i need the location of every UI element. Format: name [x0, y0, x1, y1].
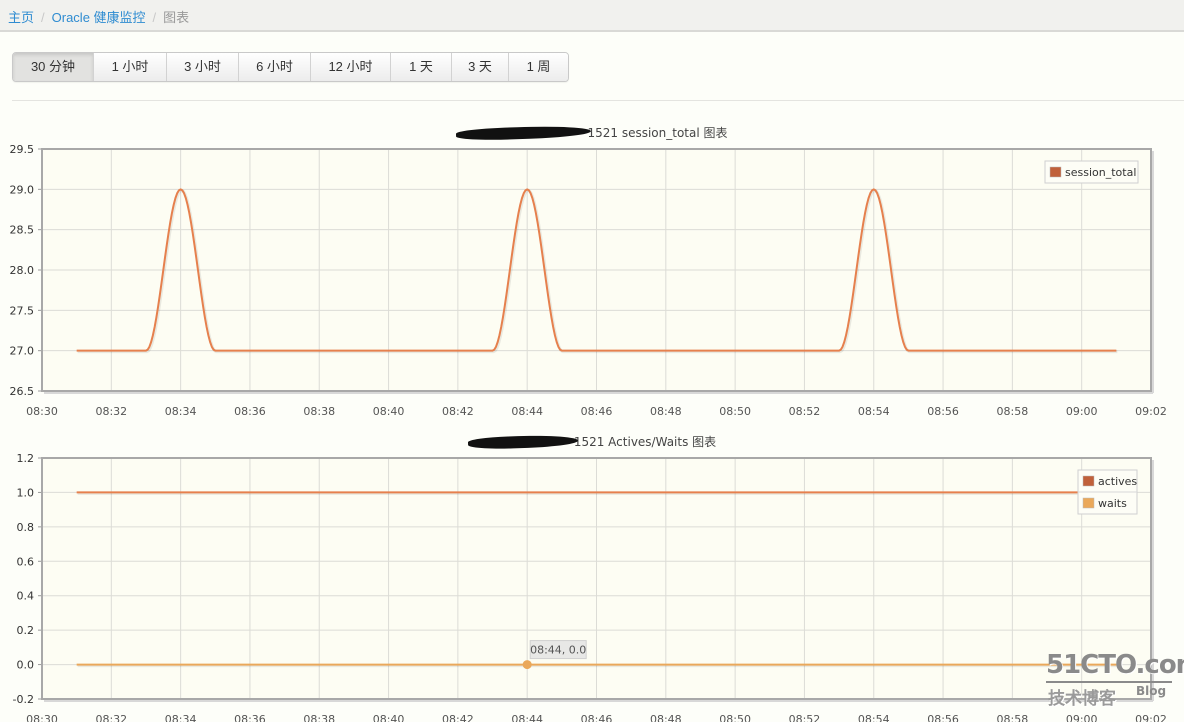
x-tick-label: 09:02 [1135, 405, 1167, 418]
legend-swatch-actives [1082, 475, 1095, 487]
y-tick-label: 0.2 [17, 624, 35, 637]
y-tick-label: 1.0 [17, 486, 35, 499]
x-tick-label: 08:36 [234, 713, 266, 722]
chart1-title-text: 1521 session_total 图表 [587, 126, 728, 140]
x-tick-label: 08:40 [373, 405, 405, 418]
y-tick-label: 0.8 [17, 521, 35, 534]
x-tick-label: 08:48 [650, 713, 682, 722]
x-tick-label: 09:00 [1066, 713, 1098, 722]
legend-label-actives: actives [1098, 475, 1137, 488]
x-tick-label: 08:44 [511, 405, 543, 418]
actives-waits-chart: 08:30 08:32 08:34 08:36 08:38 08:40 08:42 08:44… [13, 452, 1167, 722]
breadcrumb-current: 图表 [163, 10, 190, 25]
x-tick-label: 08:58 [997, 405, 1029, 418]
y-tick-label: 27.0 [10, 345, 35, 358]
divider [12, 100, 1184, 101]
x-tick-label: 08:40 [373, 713, 405, 722]
x-tick-label: 08:38 [303, 713, 335, 722]
x-tick-label: 08:52 [789, 405, 821, 418]
legend-label-session_total: session_total [1065, 166, 1136, 179]
y-tick-label: 0.0 [17, 659, 35, 672]
y-tick-label: 28.5 [10, 224, 35, 237]
y-tick-label: 0.6 [17, 555, 35, 568]
range-button-1h[interactable]: 1 小时 [94, 53, 167, 81]
x-tick-label: 08:38 [303, 405, 335, 418]
range-button-3h[interactable]: 3 小时 [167, 53, 239, 81]
chart2-title-text: 1521 Actives/Waits 图表 [573, 435, 717, 449]
range-button-12h[interactable]: 12 小时 [311, 53, 391, 81]
x-tick-label: 08:52 [789, 713, 821, 722]
x-tick-label: 08:50 [719, 405, 751, 418]
x-tick-label: 09:02 [1135, 713, 1167, 722]
range-button-1d[interactable]: 1 天 [391, 53, 452, 81]
y-tick-label: 26.5 [10, 385, 35, 398]
y-tick-label: 29.0 [10, 183, 35, 196]
x-tick-label: 08:30 [26, 405, 58, 418]
x-tick-label: 08:46 [581, 713, 613, 722]
legend-label-waits: waits [1098, 497, 1127, 510]
breadcrumb-home-link[interactable]: 主页 [8, 10, 34, 25]
x-tick-label: 08:50 [719, 713, 751, 722]
range-button-30min[interactable]: 30 分钟 [13, 53, 94, 81]
y-tick-label: 27.5 [10, 304, 35, 317]
legend-swatch-waits [1082, 497, 1095, 509]
range-button-3d[interactable]: 3 天 [452, 53, 509, 81]
x-tick-label: 08:42 [442, 713, 474, 722]
x-tick-label: 08:36 [234, 405, 266, 418]
x-tick-label: 08:34 [165, 713, 197, 722]
session-total-chart: 08:30 08:32 08:34 08:36 08:38 08:40 08:42 08:44… [10, 143, 1167, 418]
breadcrumb-separator: / [152, 10, 157, 25]
x-tick-label: 08:42 [442, 405, 474, 418]
redacted-host [456, 124, 592, 142]
x-tick-label: 08:56 [927, 405, 959, 418]
x-tick-label: 08:46 [581, 405, 613, 418]
chart1-title: 1521 session_total 图表 [0, 124, 1184, 142]
range-button-1w[interactable]: 1 周 [509, 53, 568, 81]
breadcrumb-oracle-monitor-link[interactable]: Oracle 健康监控 [52, 10, 146, 25]
breadcrumb-separator: / [41, 10, 45, 25]
x-tick-label: 08:44 [511, 713, 543, 722]
time-range-button-group: 30 分钟 1 小时 3 小时 6 小时 12 小时 1 天 3 天 1 周 [12, 52, 569, 82]
x-tick-label: 08:30 [26, 713, 58, 722]
y-tick-label: 29.5 [10, 143, 35, 156]
breadcrumb: 主页 / Oracle 健康监控 / 图表 [0, 0, 1184, 32]
range-button-6h[interactable]: 6 小时 [239, 53, 311, 81]
tooltip-point [522, 660, 532, 670]
y-tick-label: 1.2 [17, 452, 35, 465]
x-tick-label: 08:32 [95, 405, 127, 418]
x-tick-label: 09:00 [1066, 405, 1098, 418]
x-tick-label: 08:34 [165, 405, 197, 418]
x-tick-label: 08:54 [858, 405, 890, 418]
legend-swatch-session_total [1049, 166, 1062, 178]
x-tick-label: 08:58 [997, 713, 1029, 722]
y-tick-label: 0.4 [17, 590, 35, 603]
x-tick-label: 08:56 [927, 713, 959, 722]
y-tick-label: 28.0 [10, 264, 35, 277]
x-tick-label: 08:48 [650, 405, 682, 418]
y-tick-label: -0.2 [13, 693, 34, 706]
tooltip-text: 08:44, 0.0 [530, 644, 586, 657]
x-tick-label: 08:54 [858, 713, 890, 722]
x-tick-label: 08:32 [95, 713, 127, 722]
